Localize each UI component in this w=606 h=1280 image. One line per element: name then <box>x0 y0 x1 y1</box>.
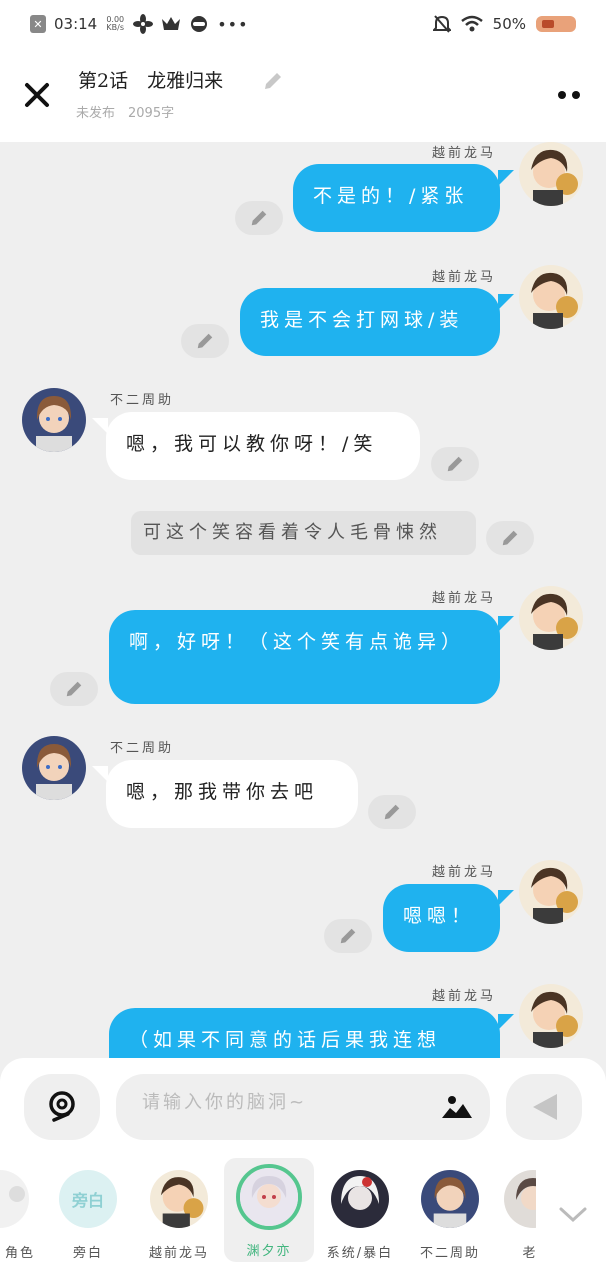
crown-icon <box>162 17 181 30</box>
bubble-tail <box>498 294 514 310</box>
role-label: 老 <box>522 1246 536 1261</box>
edit-pencil-icon <box>447 456 463 472</box>
edit-pencil-icon <box>66 681 82 697</box>
edit-message-button[interactable] <box>181 324 229 358</box>
speaker-name: 越前龙马 <box>431 989 496 1004</box>
role-label: 渊夕亦 <box>246 1244 292 1259</box>
battery-icon <box>536 16 576 32</box>
edit-message-button[interactable] <box>486 521 534 555</box>
edit-pencil-icon <box>265 73 281 89</box>
edit-pencil-icon <box>384 804 400 820</box>
bubble-tail <box>498 170 514 186</box>
edit-pencil-icon <box>340 928 356 944</box>
speaker-name: 不二周助 <box>110 741 175 756</box>
chevron-down-icon <box>559 1207 587 1223</box>
network-speed: 0.00 KB/s <box>106 15 125 32</box>
top-bar: 第2话 龙雅归来 未发布 2095字 <box>0 48 606 142</box>
role-item[interactable]: 越前龙马 <box>135 1158 223 1262</box>
wifi-icon <box>460 15 483 32</box>
edit-message-button[interactable] <box>368 795 416 829</box>
avatar-ryoma[interactable] <box>519 142 583 206</box>
avatar-fuji[interactable] <box>22 388 86 452</box>
edit-pencil-icon <box>197 333 213 349</box>
expand-roles-button[interactable] <box>558 1206 588 1228</box>
role-selector: 角色 旁白 旁白 越前龙马 渊夕亦 系统/暴白 不二周助 老 <box>0 1158 606 1262</box>
bubble-tail <box>498 890 514 906</box>
edit-title-button[interactable] <box>262 70 284 96</box>
notification-x-icon: ✕ <box>30 15 46 33</box>
role-item[interactable]: 角色 <box>0 1158 44 1262</box>
role-item-active[interactable]: 渊夕亦 <box>224 1158 314 1262</box>
avatar-ryoma[interactable] <box>519 586 583 650</box>
avatar-ryoma[interactable] <box>519 860 583 924</box>
fan-icon <box>133 14 154 34</box>
role-avatar <box>504 1170 536 1228</box>
edit-message-button[interactable] <box>235 201 283 235</box>
avatar-fuji[interactable] <box>22 736 86 800</box>
role-avatar <box>331 1170 389 1228</box>
battery-percent: 50% <box>492 15 526 33</box>
message-bubble[interactable]: 嗯，我可以教你呀！/笑 <box>106 412 420 480</box>
speaker-name: 越前龙马 <box>431 865 496 880</box>
role-item[interactable]: 不二周助 <box>406 1158 494 1262</box>
image-button[interactable] <box>442 1094 472 1124</box>
status-time: 03:14 <box>54 15 98 33</box>
role-avatar <box>236 1164 302 1230</box>
message-bubble[interactable]: 啊，好呀！（这个笑有点诡异） <box>109 610 500 704</box>
narration-bubble[interactable]: 可这个笑容看着令人毛骨悚然 <box>131 511 476 555</box>
status-bar: ✕ 03:14 0.00 KB/s ••• 50% <box>0 0 606 48</box>
edit-message-button[interactable] <box>50 672 98 706</box>
more-dots-icon[interactable] <box>558 91 580 99</box>
edit-pencil-icon <box>251 210 267 226</box>
message-bubble[interactable]: 嗯，那我带你去吧 <box>106 760 358 828</box>
role-avatar <box>150 1170 208 1228</box>
avatar-ryoma[interactable] <box>519 984 583 1048</box>
message-bubble[interactable]: 不是的！/紧张 <box>293 164 500 232</box>
close-icon <box>25 83 49 107</box>
role-label: 角色 <box>4 1246 35 1261</box>
send-button[interactable] <box>506 1074 582 1140</box>
message-input-box <box>116 1074 490 1140</box>
mute-icon <box>432 15 451 33</box>
image-icon <box>442 1096 472 1118</box>
bubble-tail <box>498 1014 514 1030</box>
episode-status: 未发布 2095字 <box>76 106 175 121</box>
speaker-name: 越前龙马 <box>431 270 496 285</box>
role-label: 旁白 <box>72 1246 103 1261</box>
bubble-tail <box>498 616 514 632</box>
speaker-name: 越前龙马 <box>431 591 496 606</box>
role-avatar: 旁白 <box>59 1170 117 1228</box>
role-item[interactable]: 旁白 旁白 <box>44 1158 132 1262</box>
composer-panel: 角色 旁白 旁白 越前龙马 渊夕亦 系统/暴白 不二周助 老 <box>0 1058 606 1280</box>
close-button[interactable] <box>22 80 52 110</box>
avatar-ryoma[interactable] <box>519 265 583 329</box>
role-label: 越前龙马 <box>148 1246 209 1261</box>
voice-icon <box>49 1091 75 1122</box>
ninja-icon <box>191 16 208 32</box>
message-input[interactable] <box>142 1092 422 1113</box>
message-bubble[interactable]: （如果不同意的话后果我连想 <box>109 1008 500 1058</box>
role-avatar <box>421 1170 479 1228</box>
role-item[interactable]: 老 <box>496 1158 536 1262</box>
message-bubble[interactable]: 嗯嗯！ <box>383 884 500 952</box>
voice-button[interactable] <box>24 1074 100 1140</box>
role-label: 不二周助 <box>419 1246 480 1261</box>
role-item[interactable]: 系统/暴白 <box>316 1158 404 1262</box>
role-avatar <box>0 1170 29 1228</box>
send-icon <box>533 1094 557 1120</box>
more-status-icon: ••• <box>217 14 249 34</box>
message-bubble[interactable]: 我是不会打网球/装 <box>240 288 500 356</box>
speaker-name: 不二周助 <box>110 393 175 408</box>
edit-pencil-icon <box>502 530 518 546</box>
speaker-name: 越前龙马 <box>431 146 496 161</box>
role-label: 系统/暴白 <box>326 1246 394 1261</box>
edit-message-button[interactable] <box>431 447 479 481</box>
chat-list[interactable]: 越前龙马 不是的！/紧张 越前龙马 我是不会打网球/装 不二周助 嗯，我可以教你… <box>0 142 606 1058</box>
edit-message-button[interactable] <box>324 919 372 953</box>
episode-title[interactable]: 第2话 龙雅归来 <box>78 66 223 93</box>
